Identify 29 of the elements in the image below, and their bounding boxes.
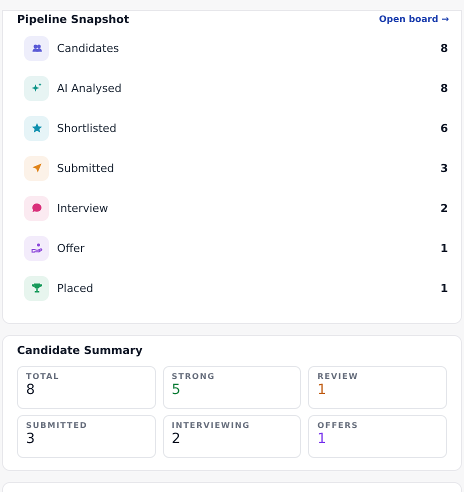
stat-value: 1 xyxy=(317,430,328,448)
stage-count: 2 xyxy=(440,202,448,214)
card-title: Candidate Summary xyxy=(17,344,144,357)
stat-label: TOTAL xyxy=(26,372,60,381)
stat-value: 1 xyxy=(317,381,328,399)
stage-count: 3 xyxy=(440,162,448,174)
stage-label: Interview xyxy=(57,202,110,214)
stage-count: 1 xyxy=(440,282,448,294)
stage-label: Placed xyxy=(57,282,94,294)
stage-label: Shortlisted xyxy=(57,122,118,134)
open-board-link[interactable]: Open board → xyxy=(379,14,449,24)
stage-count: 1 xyxy=(440,242,448,254)
card-title: Pipeline Snapshot xyxy=(17,13,130,26)
stage-label: Submitted xyxy=(57,162,116,174)
stage-count: 6 xyxy=(440,122,448,134)
stat-value: 2 xyxy=(172,430,182,448)
stat-label: INTERVIEWING xyxy=(172,421,252,430)
stat-value: 5 xyxy=(172,381,182,399)
stat-label: STRONG xyxy=(172,372,216,381)
stage-label: Offer xyxy=(57,242,86,254)
stat-value: 8 xyxy=(26,381,36,399)
stat-label: REVIEW xyxy=(317,372,360,381)
stat-value: 3 xyxy=(26,430,36,448)
stage-count: 8 xyxy=(440,42,448,54)
stage-label: Candidates xyxy=(57,42,120,54)
stage-count: 8 xyxy=(440,82,448,94)
stat-label: OFFERS xyxy=(317,421,360,430)
stat-label: SUBMITTED xyxy=(26,421,88,430)
stage-label: AI Analysed xyxy=(57,82,123,94)
